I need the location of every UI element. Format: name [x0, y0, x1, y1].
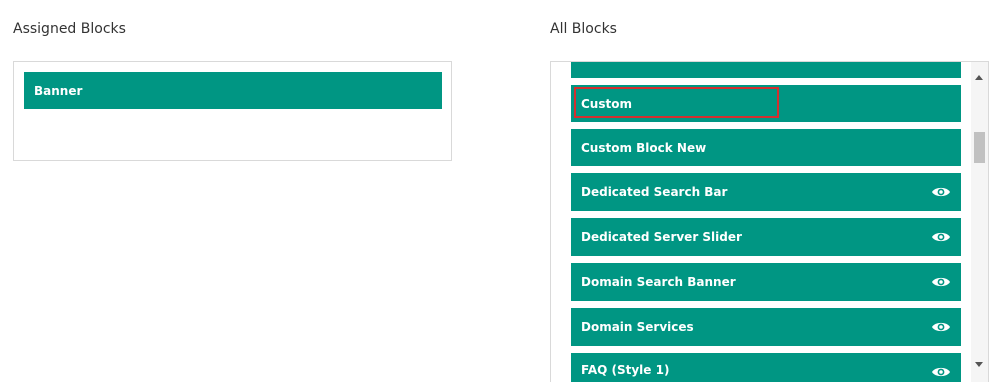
- scroll-up-arrow-icon[interactable]: [975, 75, 983, 80]
- block-item-domain-services[interactable]: Domain Services: [571, 308, 961, 346]
- all-blocks-heading: All Blocks: [550, 21, 617, 37]
- eye-icon[interactable]: [931, 365, 951, 379]
- block-label: Domain Services: [581, 320, 694, 334]
- block-item-faq-style-1[interactable]: FAQ (Style 1): [571, 353, 961, 382]
- block-item-custom[interactable]: Custom: [571, 85, 961, 122]
- eye-icon[interactable]: [931, 275, 951, 289]
- block-item-custom-block-new[interactable]: Custom Block New: [571, 129, 961, 166]
- block-label: FAQ (Style 1): [581, 363, 670, 377]
- block-label: Domain Search Banner: [581, 275, 736, 289]
- block-item-dedicated-search-bar[interactable]: Dedicated Search Bar: [571, 173, 961, 211]
- block-item-dedicated-server-slider[interactable]: Dedicated Server Slider: [571, 218, 961, 256]
- scrollbar-thumb[interactable]: [974, 132, 985, 163]
- eye-icon[interactable]: [931, 185, 951, 199]
- block-label: Banner: [34, 83, 83, 98]
- vertical-scrollbar[interactable]: [971, 62, 988, 382]
- all-blocks-list[interactable]: Custom Custom Block New Dedicated Search…: [550, 61, 989, 382]
- block-label: Custom: [581, 96, 632, 111]
- assigned-blocks-heading: Assigned Blocks: [13, 21, 126, 37]
- assigned-blocks-list[interactable]: Banner: [13, 61, 452, 161]
- block-label: Dedicated Server Slider: [581, 230, 742, 244]
- block-item-partial[interactable]: [571, 62, 961, 78]
- eye-icon[interactable]: [931, 230, 951, 244]
- block-item-domain-search-banner[interactable]: Domain Search Banner: [571, 263, 961, 301]
- block-label: Dedicated Search Bar: [581, 185, 728, 199]
- assigned-block-banner[interactable]: Banner: [24, 72, 442, 109]
- scroll-down-arrow-icon[interactable]: [975, 362, 983, 367]
- block-label: Custom Block New: [581, 140, 707, 155]
- eye-icon[interactable]: [931, 320, 951, 334]
